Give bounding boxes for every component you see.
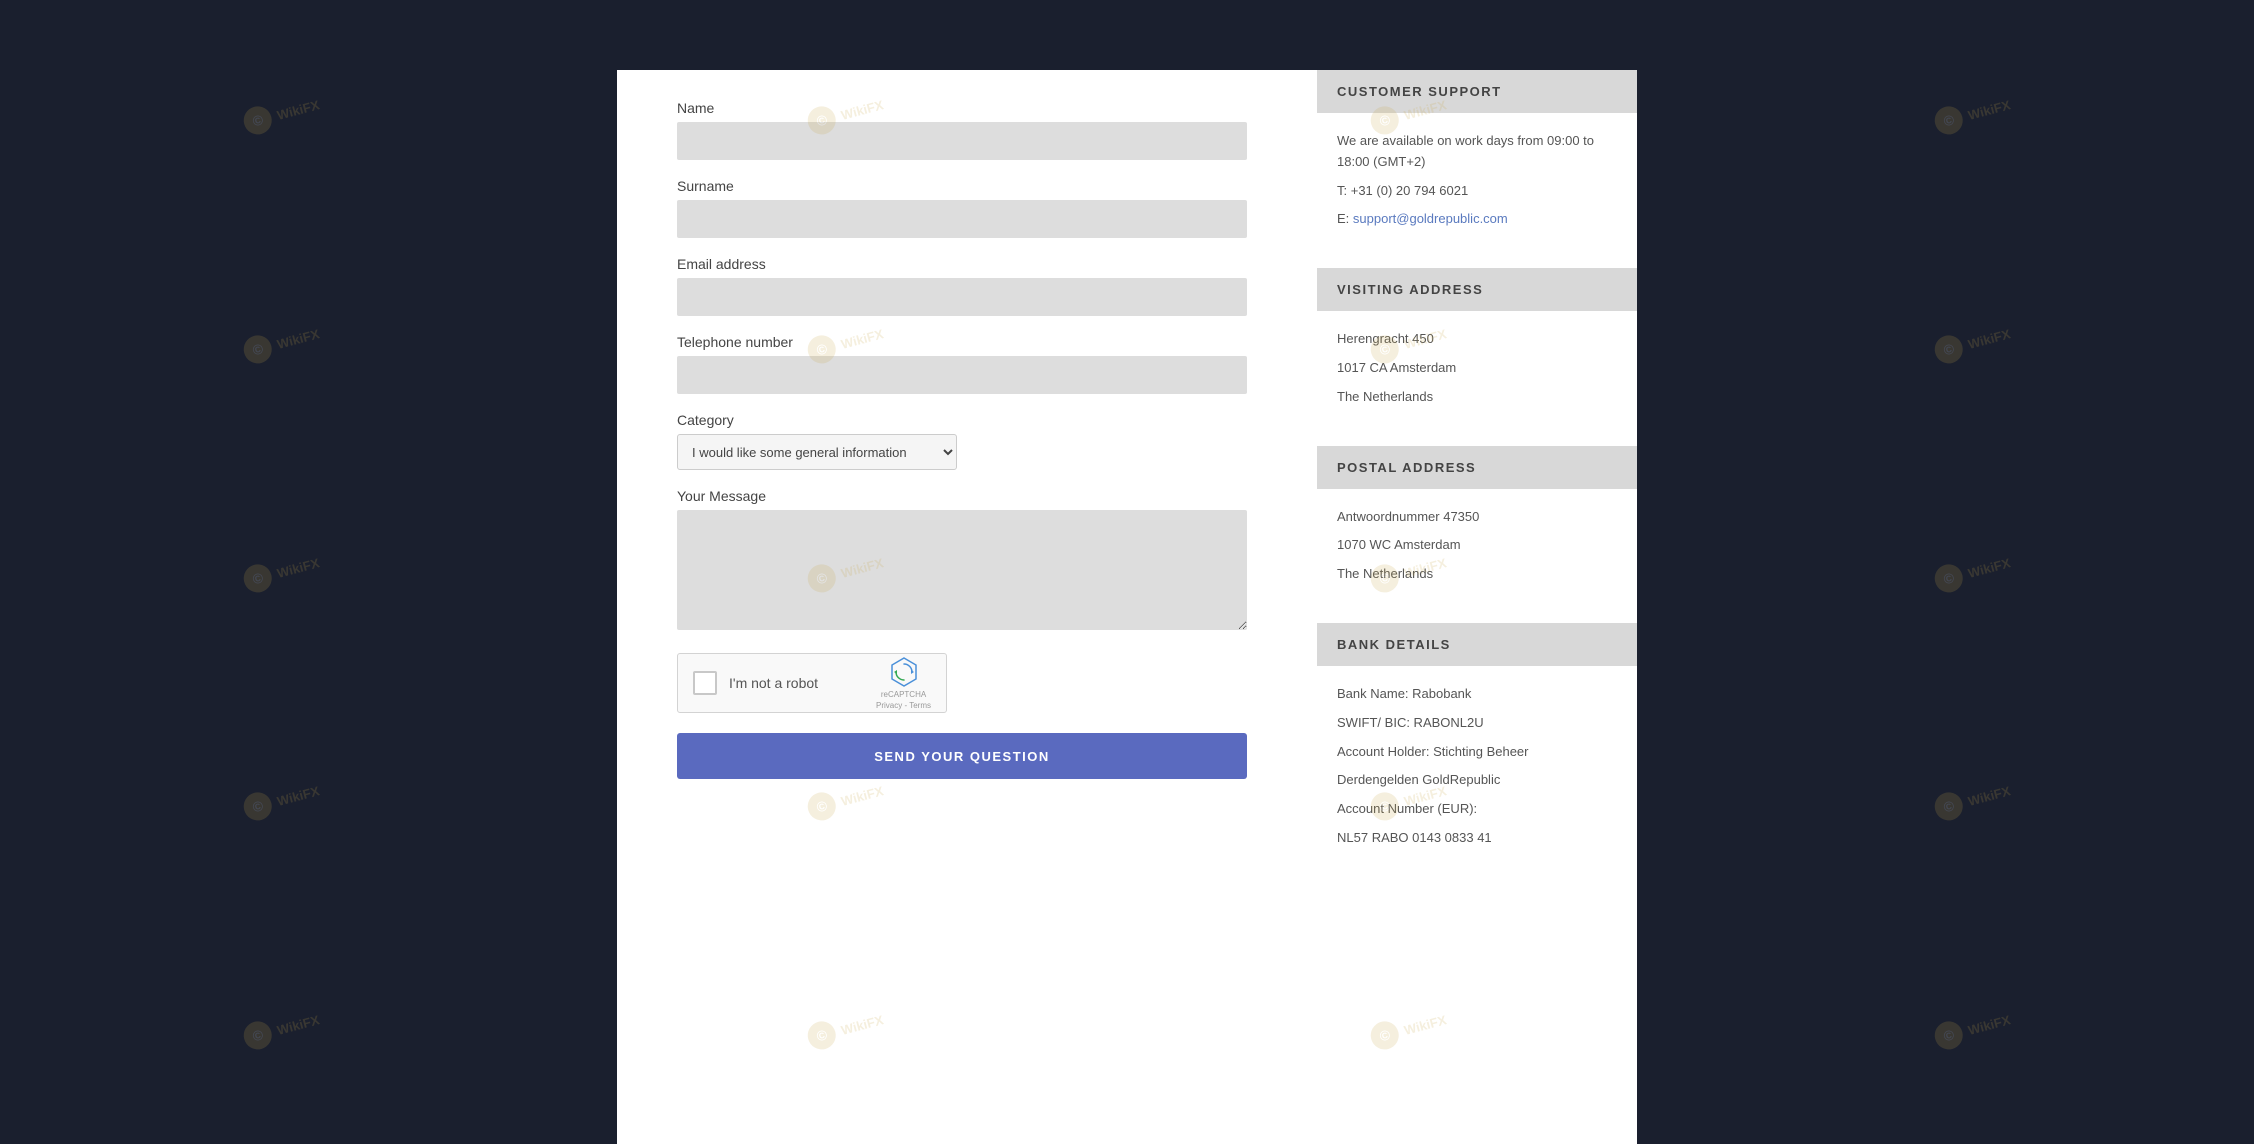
category-group: Category I would like some general infor… [677, 412, 1247, 470]
message-group: Your Message [677, 488, 1247, 635]
recaptcha-terms-text: Privacy - Terms [876, 701, 931, 710]
surname-input[interactable] [677, 200, 1247, 238]
customer-support-block: CUSTOMER SUPPORT We are available on wor… [1317, 70, 1637, 248]
recaptcha-checkbox[interactable] [693, 671, 717, 695]
right-info-section: CUSTOMER SUPPORT We are available on wor… [1297, 70, 1637, 1144]
surname-label: Surname [677, 178, 1247, 194]
name-label: Name [677, 100, 1247, 116]
visiting-address-block: VISITING ADDRESS Herengracht 450 1017 CA… [1317, 268, 1637, 425]
visiting-line3: The Netherlands [1337, 387, 1617, 408]
postal-line2: 1070 WC Amsterdam [1337, 535, 1617, 556]
phone-line: T: +31 (0) 20 794 6021 [1337, 181, 1617, 202]
customer-support-body: We are available on work days from 09:00… [1317, 113, 1637, 248]
visiting-address-body: Herengracht 450 1017 CA Amsterdam The Ne… [1317, 311, 1637, 425]
telephone-label: Telephone number [677, 334, 1247, 350]
postal-line3: The Netherlands [1337, 564, 1617, 585]
submit-button[interactable]: SEND YOUR QUESTION [677, 733, 1247, 779]
message-textarea[interactable] [677, 510, 1247, 630]
category-select[interactable]: I would like some general information I … [677, 434, 957, 470]
main-content: Name Surname Email address Telephone num… [617, 70, 1637, 1144]
name-group: Name [677, 100, 1247, 160]
recaptcha-logo-area: reCAPTCHA Privacy - Terms [876, 656, 931, 710]
email-group: Email address [677, 256, 1247, 316]
email-label-right: E: [1337, 211, 1353, 226]
telephone-input[interactable] [677, 356, 1247, 394]
availability-text: We are available on work days from 09:00… [1337, 131, 1617, 173]
phone-number: +31 (0) 20 794 6021 [1351, 183, 1468, 198]
visiting-address-header: VISITING ADDRESS [1317, 268, 1637, 311]
recaptcha-icon [888, 656, 920, 688]
phone-label-t: T: [1337, 183, 1351, 198]
postal-address-block: POSTAL ADDRESS Antwoordnummer 47350 1070… [1317, 446, 1637, 603]
email-link[interactable]: support@goldrepublic.com [1353, 211, 1508, 226]
telephone-group: Telephone number [677, 334, 1247, 394]
postal-address-header: POSTAL ADDRESS [1317, 446, 1637, 489]
category-label: Category [677, 412, 1247, 428]
bank-account-number: NL57 RABO 0143 0833 41 [1337, 828, 1617, 849]
visiting-line2: 1017 CA Amsterdam [1337, 358, 1617, 379]
surname-group: Surname [677, 178, 1247, 238]
bank-swift: SWIFT/ BIC: RABONL2U [1337, 713, 1617, 734]
bank-name: Bank Name: Rabobank [1337, 684, 1617, 705]
bank-details-body: Bank Name: Rabobank SWIFT/ BIC: RABONL2U… [1317, 666, 1637, 867]
email-line: E: support@goldrepublic.com [1337, 209, 1617, 230]
bank-details-header: BANK DETAILS [1317, 623, 1637, 666]
bank-account-holder: Account Holder: Stichting Beheer [1337, 742, 1617, 763]
postal-line1: Antwoordnummer 47350 [1337, 507, 1617, 528]
name-input[interactable] [677, 122, 1247, 160]
contact-form-section: Name Surname Email address Telephone num… [617, 70, 1297, 1144]
email-label: Email address [677, 256, 1247, 272]
email-input[interactable] [677, 278, 1247, 316]
message-label: Your Message [677, 488, 1247, 504]
bank-account-holder2: Derdengelden GoldRepublic [1337, 770, 1617, 791]
recaptcha-box[interactable]: I'm not a robot reCAPTCHA Privacy - Term… [677, 653, 947, 713]
visiting-line1: Herengracht 450 [1337, 329, 1617, 350]
bank-details-block: BANK DETAILS Bank Name: Rabobank SWIFT/ … [1317, 623, 1637, 867]
top-bar [0, 0, 2254, 70]
bank-account-number-label: Account Number (EUR): [1337, 799, 1617, 820]
recaptcha-brand-text: reCAPTCHA [881, 690, 926, 699]
customer-support-header: CUSTOMER SUPPORT [1317, 70, 1637, 113]
recaptcha-label: I'm not a robot [729, 675, 864, 691]
postal-address-body: Antwoordnummer 47350 1070 WC Amsterdam T… [1317, 489, 1637, 603]
